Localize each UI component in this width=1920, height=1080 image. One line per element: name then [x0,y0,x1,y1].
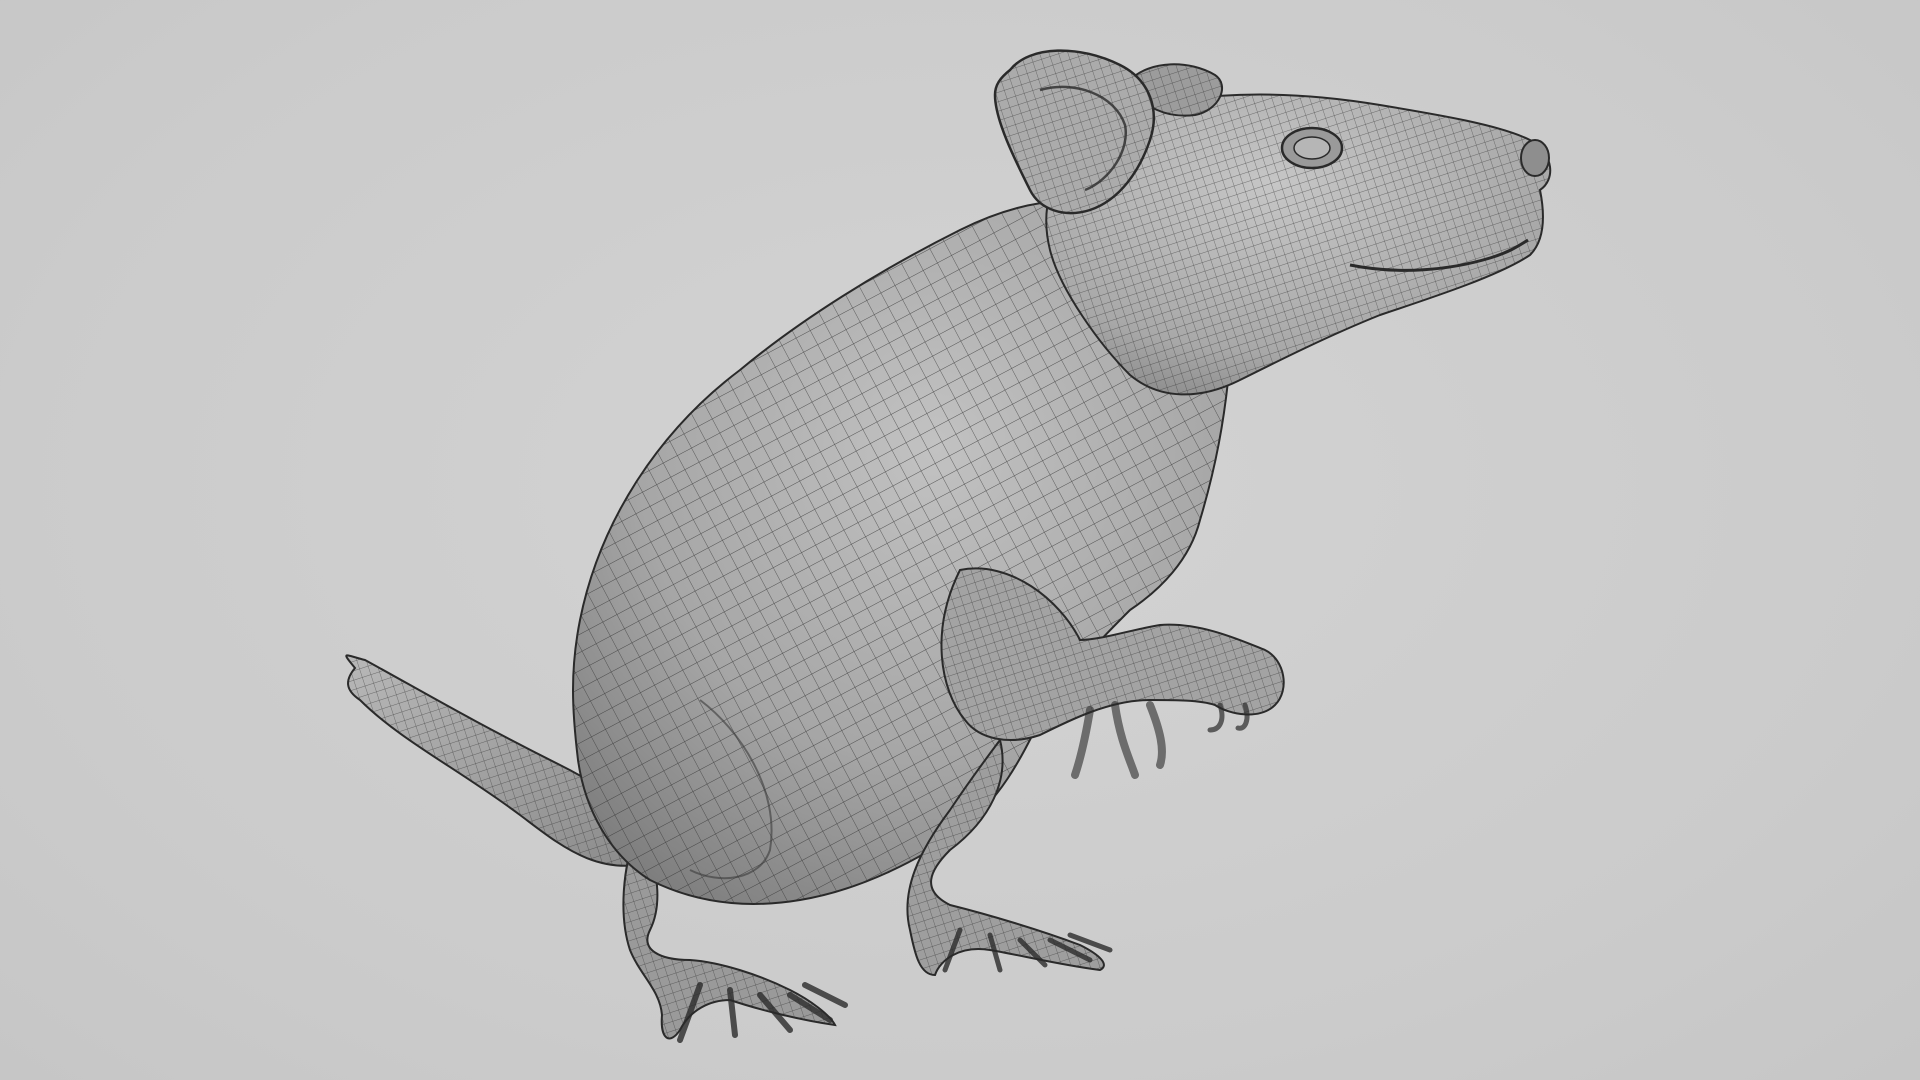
nose-mesh [1520,139,1550,177]
rat-wireframe-model[interactable] [0,0,1920,1080]
eye-mesh [1280,126,1344,170]
3d-viewport[interactable] [0,0,1920,1080]
